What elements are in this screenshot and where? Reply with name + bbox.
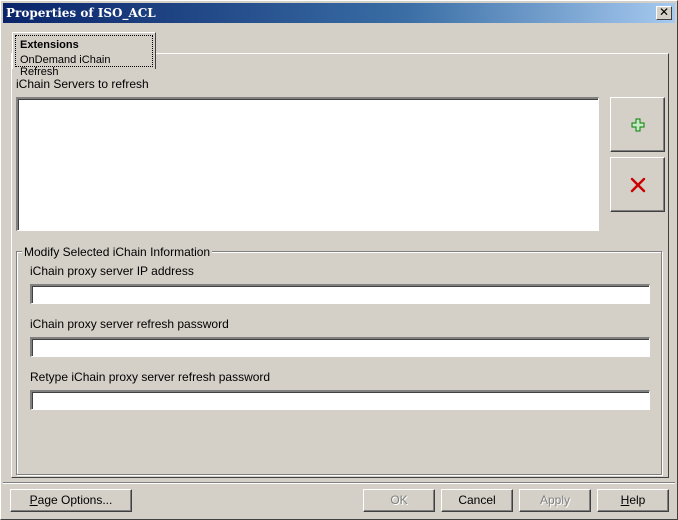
plus-icon — [631, 118, 644, 131]
window-title: Properties of ISO_ACL — [6, 6, 156, 20]
remove-server-button[interactable] — [610, 157, 665, 212]
servers-label: iChain Servers to refresh — [16, 77, 149, 91]
page-options-label: age Options... — [37, 493, 113, 507]
properties-dialog: Properties of ISO_ACL ✕ Extensions OnDem… — [0, 0, 678, 520]
cancel-label: Cancel — [458, 493, 496, 507]
cancel-button[interactable]: Cancel — [441, 489, 513, 512]
servers-listbox[interactable] — [16, 97, 599, 231]
ip-address-label: iChain proxy server IP address — [30, 264, 194, 278]
add-server-button[interactable] — [610, 97, 665, 152]
ip-address-field[interactable] — [30, 284, 650, 304]
refresh-password-label: iChain proxy server refresh password — [30, 317, 229, 331]
tab-subtitle: OnDemand iChain Refresh — [20, 54, 111, 78]
apply-button[interactable]: Apply — [519, 489, 591, 512]
tab-focus-rect: Extensions OnDemand iChain Refresh — [15, 35, 153, 78]
retype-password-field[interactable] — [30, 390, 650, 410]
close-icon: ✕ — [658, 5, 670, 19]
page-options-mnemonic: P — [29, 493, 38, 507]
apply-label: Apply — [539, 493, 571, 507]
tab-extensions[interactable]: Extensions OnDemand iChain Refresh — [12, 32, 156, 78]
ok-label: OK — [390, 493, 408, 507]
close-button[interactable]: ✕ — [656, 6, 672, 20]
help-label: elp — [629, 493, 646, 507]
page-options-button[interactable]: Page Options... — [10, 489, 132, 512]
delete-x-icon — [630, 177, 645, 192]
ip-address-input[interactable] — [32, 286, 649, 303]
group-legend: Modify Selected iChain Information — [22, 245, 213, 259]
tab-title: Extensions — [20, 39, 79, 51]
ok-button[interactable]: OK — [363, 489, 435, 512]
help-button[interactable]: Help — [597, 489, 669, 512]
refresh-password-field[interactable] — [30, 337, 650, 357]
retype-password-input[interactable] — [32, 392, 649, 409]
footer-separator — [3, 482, 675, 484]
title-bar: Properties of ISO_ACL ✕ — [3, 3, 675, 23]
refresh-password-input[interactable] — [32, 339, 649, 356]
retype-password-label: Retype iChain proxy server refresh passw… — [30, 370, 271, 384]
